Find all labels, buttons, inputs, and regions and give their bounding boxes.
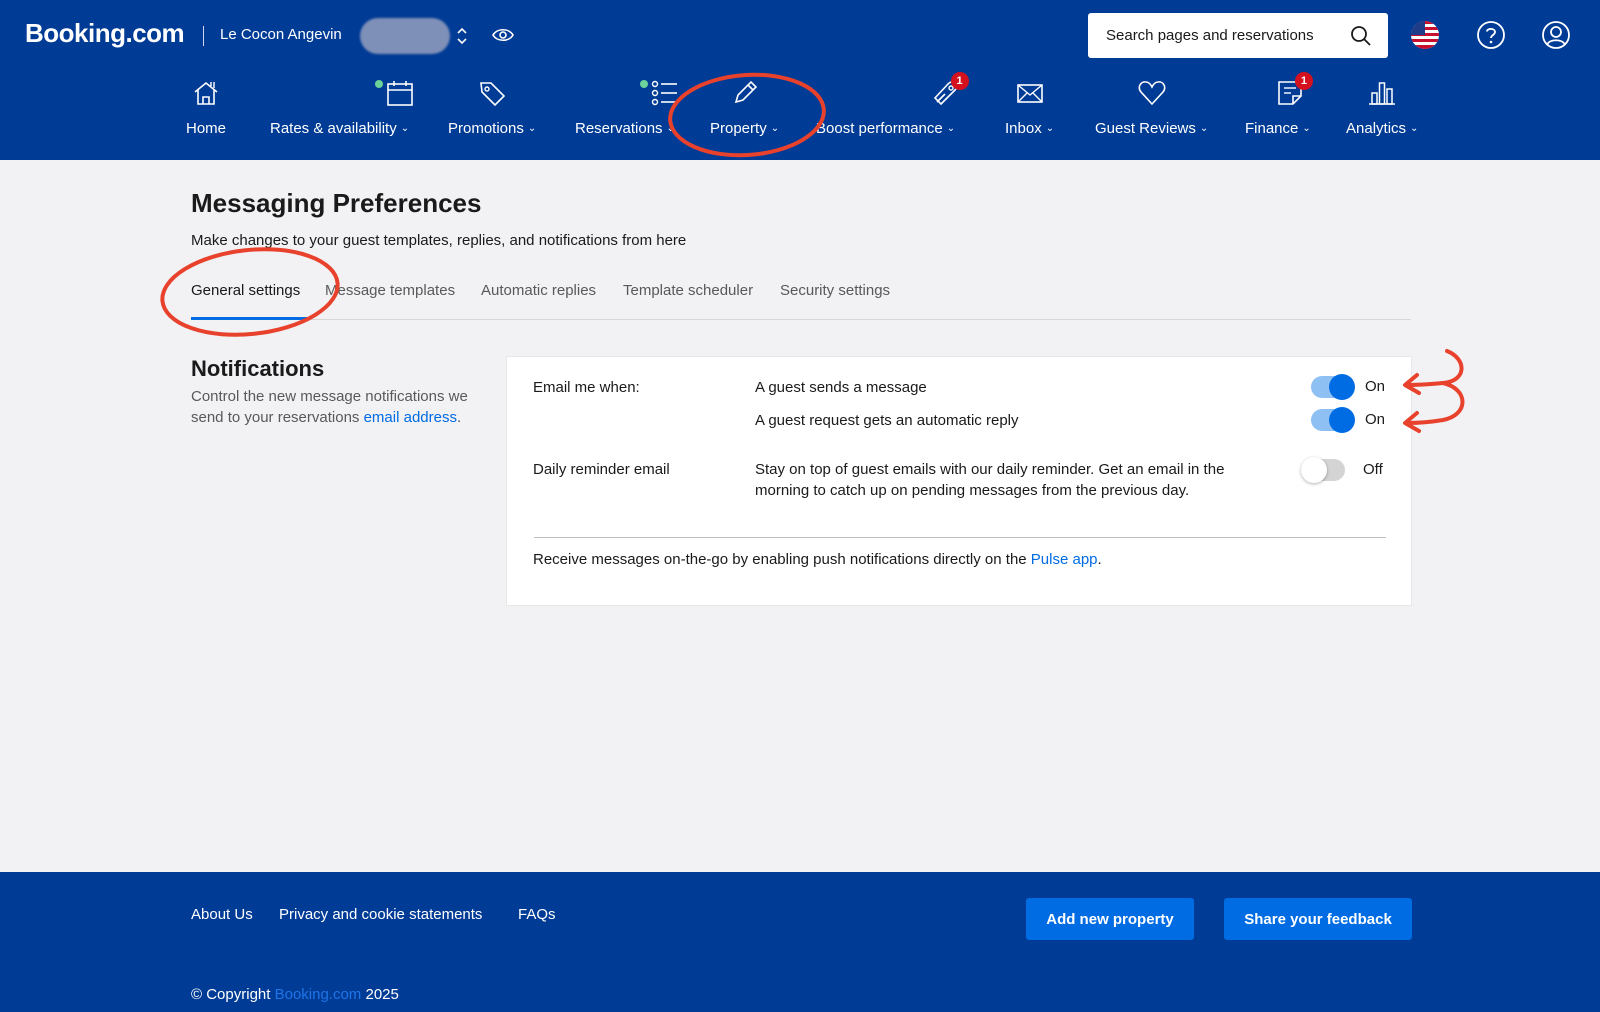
invoice-icon-wrap: 1 xyxy=(1263,72,1313,108)
nav-label: Boost performance ⌄ xyxy=(816,120,956,137)
home-icon xyxy=(194,81,218,105)
chevron-updown-icon[interactable] xyxy=(455,26,469,46)
top-bar: Booking.com Le Cocon Angevin Search page… xyxy=(0,0,1600,70)
settings-tabs: General settings Message templates Autom… xyxy=(191,270,1411,320)
nav-property[interactable]: Property ⌄ xyxy=(710,78,779,148)
calendar-icon xyxy=(386,81,413,106)
tab-security-settings[interactable]: Security settings xyxy=(780,282,890,299)
nav-label: Guest Reviews ⌄ xyxy=(1095,120,1209,137)
tab-automatic-replies[interactable]: Automatic replies xyxy=(481,282,596,299)
nav-boost-performance[interactable]: 1 Boost performance ⌄ xyxy=(816,72,969,148)
email-me-when-label: Email me when: xyxy=(533,379,640,396)
eye-icon[interactable] xyxy=(492,26,514,44)
footer-privacy-cookie[interactable]: Privacy and cookie statements xyxy=(279,906,482,923)
share-feedback-button[interactable]: Share your feedback xyxy=(1224,898,1412,940)
new-indicator-dot xyxy=(639,80,648,88)
notification-badge: 1 xyxy=(950,72,969,90)
tab-template-scheduler[interactable]: Template scheduler xyxy=(623,282,753,299)
toggle-guest-message[interactable] xyxy=(1311,374,1355,400)
property-name[interactable]: Le Cocon Angevin xyxy=(220,26,342,43)
account-icon[interactable] xyxy=(1541,20,1571,50)
tab-message-templates[interactable]: Message templates xyxy=(325,282,455,299)
booking-logo[interactable]: Booking.com xyxy=(25,18,185,49)
option-guest-message: A guest sends a message xyxy=(755,379,927,396)
nav-analytics[interactable]: Analytics ⌄ xyxy=(1346,78,1418,148)
bar-chart-icon xyxy=(1369,82,1396,105)
tag-icon xyxy=(480,82,506,107)
option-automatic-reply: A guest request gets an automatic reply xyxy=(755,412,1019,429)
nav-inbox[interactable]: Inbox ⌄ xyxy=(1005,78,1054,148)
toggle-knob xyxy=(1329,407,1355,433)
daily-reminder-label: Daily reminder email xyxy=(533,461,670,478)
main-nav: Home Rates & availability⌄ Promotions⌄ xyxy=(0,72,1600,158)
page-title: Messaging Preferences xyxy=(191,188,482,218)
search-icon[interactable] xyxy=(1350,25,1372,47)
help-icon[interactable] xyxy=(1476,20,1506,50)
toggle-daily-reminder[interactable] xyxy=(1301,457,1345,483)
footer-faqs[interactable]: FAQs xyxy=(518,906,556,923)
nav-rates-availability[interactable]: Rates & availability ⌄ xyxy=(270,78,413,148)
nav-guest-reviews[interactable]: Guest Reviews ⌄ xyxy=(1095,78,1208,148)
nav-label: Analytics ⌄ xyxy=(1346,120,1419,137)
rocket-icon-wrap: 1 xyxy=(871,72,969,108)
nav-label: Promotions ⌄ xyxy=(448,120,537,137)
nav-label: Property ⌄ xyxy=(710,120,780,137)
top-header: Booking.com Le Cocon Angevin Search page… xyxy=(0,0,1600,160)
toggle-state: Off xyxy=(1363,461,1383,478)
footer-about-us[interactable]: About Us xyxy=(191,906,253,923)
calendar-icon-wrap xyxy=(325,78,413,108)
page-subtitle: Make changes to your guest templates, re… xyxy=(191,232,687,249)
pulse-app-link[interactable]: Pulse app xyxy=(1031,551,1098,568)
daily-reminder-description: Stay on top of guest emails with our dai… xyxy=(755,461,1225,499)
search-input[interactable]: Search pages and reservations xyxy=(1088,13,1388,58)
nav-home[interactable]: Home xyxy=(186,78,226,148)
notifications-heading: Notifications xyxy=(191,356,325,381)
tab-general-settings[interactable]: General settings xyxy=(191,282,300,299)
nav-label: Finance ⌄ xyxy=(1245,120,1311,137)
active-tab-indicator xyxy=(191,317,307,320)
nav-label: Rates & availability ⌄ xyxy=(270,120,410,137)
nav-label: Inbox ⌄ xyxy=(1005,120,1055,137)
nav-reservations[interactable]: Reservations ⌄ xyxy=(575,78,677,148)
envelope-icon xyxy=(1016,84,1043,103)
notification-badge: 1 xyxy=(1294,72,1313,90)
nav-finance[interactable]: 1 Finance ⌄ xyxy=(1245,72,1313,148)
nav-promotions[interactable]: Promotions ⌄ xyxy=(448,78,536,148)
notification-settings-card: Email me when: A guest sends a message O… xyxy=(506,356,1412,606)
toggle-knob xyxy=(1301,457,1327,483)
copyright-brand-link[interactable]: Booking.com xyxy=(275,986,362,1003)
redacted-property-id xyxy=(360,18,450,54)
toggle-state: On xyxy=(1365,411,1386,428)
list-icon-wrap xyxy=(610,78,677,108)
notifications-description: Control the new message notifications we… xyxy=(191,388,468,426)
push-notification-text: Receive messages on-the-go by enabling p… xyxy=(533,551,1102,568)
toggle-state: On xyxy=(1365,378,1386,395)
heart-icon xyxy=(1138,81,1166,106)
toggle-automatic-reply[interactable] xyxy=(1311,407,1355,433)
toggle-knob xyxy=(1329,374,1355,400)
nav-label: Home xyxy=(186,120,227,137)
search-placeholder: Search pages and reservations xyxy=(1106,27,1314,44)
us-flag-icon[interactable] xyxy=(1411,21,1439,49)
page-footer: About Us Privacy and cookie statements F… xyxy=(0,872,1600,1012)
list-icon xyxy=(651,80,677,106)
copyright-text: © Copyright Booking.com 2025 xyxy=(191,986,399,1003)
add-new-property-button[interactable]: Add new property xyxy=(1026,898,1194,940)
new-indicator-dot xyxy=(374,80,383,88)
email-address-link[interactable]: email address xyxy=(364,409,457,426)
nav-label: Reservations ⌄ xyxy=(575,120,675,137)
card-divider xyxy=(534,537,1386,538)
header-divider xyxy=(203,26,204,46)
pencil-icon xyxy=(734,80,757,104)
